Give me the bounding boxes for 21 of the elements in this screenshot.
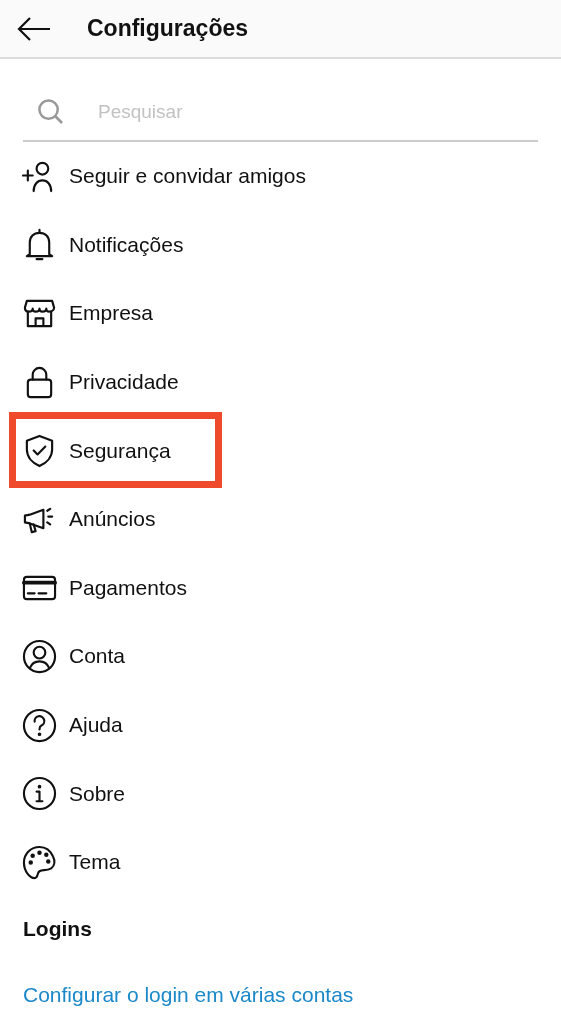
back-arrow-icon[interactable]: [17, 16, 51, 41]
menu-item[interactable]: Privacidade: [69, 370, 179, 395]
menu-item[interactable]: Pagamentos: [69, 575, 187, 600]
screen-title: Configurações: [87, 15, 249, 42]
info-circle-icon: [22, 776, 57, 812]
menu-item[interactable]: Notificações: [69, 232, 184, 257]
section-heading: Logins: [23, 916, 93, 941]
question-circle-icon: [22, 707, 57, 743]
multi-account-login-link[interactable]: Configurar o login em várias contas: [23, 982, 354, 1007]
search-icon: [37, 98, 64, 125]
palette-icon: [22, 844, 57, 880]
menu-item[interactable]: Anúncios: [69, 507, 156, 532]
search-field[interactable]: Pesquisar: [96, 99, 400, 124]
menu-item[interactable]: Segurança: [69, 438, 171, 463]
menu-item[interactable]: Sobre: [69, 781, 126, 806]
menu-item[interactable]: Tema: [69, 850, 121, 875]
menu-item[interactable]: Empresa: [69, 301, 154, 326]
menu-item[interactable]: Ajuda: [69, 713, 123, 738]
menu-item[interactable]: Seguir e convidar amigos: [69, 164, 306, 189]
menu-item[interactable]: Conta: [69, 644, 126, 669]
person-circle-icon: [22, 638, 57, 674]
